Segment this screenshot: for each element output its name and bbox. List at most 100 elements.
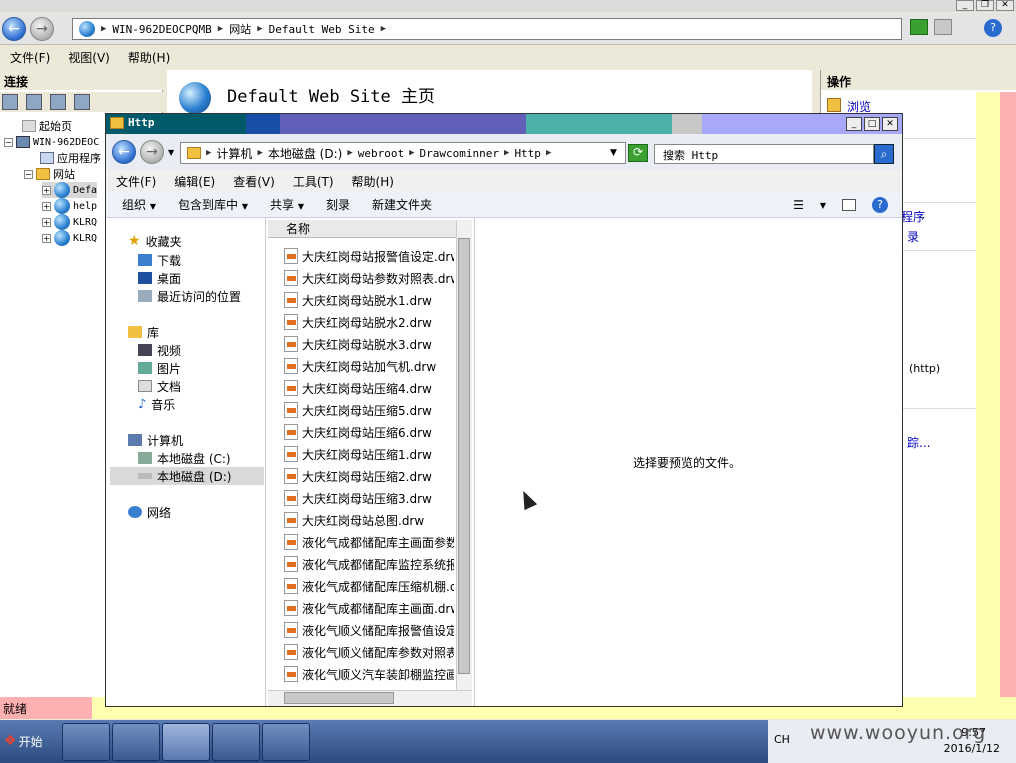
file-row[interactable]: 大庆红岗母站压缩6.drw xyxy=(284,422,454,442)
file-row[interactable]: 大庆红岗母站加气机.drw xyxy=(284,356,454,376)
language-indicator[interactable]: CH xyxy=(774,733,790,746)
explorer-title-bar[interactable] xyxy=(106,114,902,134)
address-segment[interactable]: Http xyxy=(514,147,541,160)
nav-videos[interactable]: 视频 xyxy=(138,341,181,359)
collapse-icon[interactable]: − xyxy=(24,169,33,179)
save-icon[interactable] xyxy=(26,94,42,110)
file-row[interactable]: 大庆红岗母站压缩1.drw xyxy=(284,444,454,464)
taskbar-explorer[interactable] xyxy=(162,723,210,761)
search-icon[interactable]: ⌕ xyxy=(874,144,894,164)
scrollbar-thumb[interactable] xyxy=(458,238,470,674)
new-folder-button[interactable]: 新建文件夹 xyxy=(372,196,432,213)
close-button[interactable]: ✕ xyxy=(996,0,1014,11)
organize-button[interactable]: 组织 ▼ xyxy=(122,196,156,213)
nav-favorites[interactable]: ★ 收藏夹 xyxy=(128,232,182,250)
nav-downloads[interactable]: 下载 xyxy=(138,251,181,269)
up-icon[interactable] xyxy=(50,94,66,110)
maximize-button[interactable]: □ xyxy=(864,117,880,131)
file-row[interactable]: 液化气顺义储配库参数对照表 xyxy=(284,642,454,662)
chevron-down-icon[interactable]: ▼ xyxy=(820,201,826,210)
address-segment[interactable]: WIN-962DEOCPQMB xyxy=(112,23,211,36)
file-row[interactable]: 大庆红岗母站压缩5.drw xyxy=(284,400,454,420)
collapse-icon[interactable]: − xyxy=(4,137,13,147)
file-row[interactable]: 大庆红岗母站参数对照表.drw xyxy=(284,268,454,288)
action-link[interactable]: 程序 xyxy=(901,208,925,225)
help-icon[interactable]: ? xyxy=(872,197,888,213)
back-icon[interactable]: ← xyxy=(2,17,26,41)
tree-item-app-pools[interactable]: 应用程序 xyxy=(40,150,101,166)
nav-desktop[interactable]: 桌面 xyxy=(138,269,181,287)
file-row[interactable]: 大庆红岗母站脱水3.drw xyxy=(284,334,454,354)
nav-network[interactable]: 网络 xyxy=(128,503,171,521)
taskbar-powershell[interactable] xyxy=(112,723,160,761)
nav-drive-d[interactable]: 本地磁盘 (D:) xyxy=(110,467,264,485)
scrollbar-thumb[interactable] xyxy=(284,692,394,704)
connect-icon[interactable] xyxy=(2,94,18,110)
delete-connection-icon[interactable] xyxy=(74,94,90,110)
address-dropdown-icon[interactable]: ▼ xyxy=(610,148,617,158)
menu-help[interactable]: 帮助(H) xyxy=(352,173,394,190)
column-header-name[interactable]: 名称 xyxy=(268,220,456,238)
search-input[interactable]: 搜索 Http xyxy=(654,144,874,164)
preview-pane-icon[interactable] xyxy=(842,199,856,211)
burn-button[interactable]: 刻录 xyxy=(326,196,350,213)
nav-computer[interactable]: 计算机 xyxy=(128,431,183,449)
file-row[interactable]: 大庆红岗母站脱水1.drw xyxy=(284,290,454,310)
tree-item-sites[interactable]: − 网站 xyxy=(24,166,75,182)
menu-view[interactable]: 视图(V) xyxy=(68,49,110,66)
iis-address-input[interactable]: ▶ WIN-962DEOCPQMB ▶ 网站 ▶ Default Web Sit… xyxy=(72,18,902,40)
nav-pictures[interactable]: 图片 xyxy=(138,359,181,377)
include-in-library-button[interactable]: 包含到库中 ▼ xyxy=(178,196,248,213)
file-row[interactable]: 液化气成都储配库主画面.drw xyxy=(284,598,454,618)
menu-edit[interactable]: 编辑(E) xyxy=(174,173,215,190)
back-icon[interactable]: ← xyxy=(112,140,136,164)
taskbar-iis-manager[interactable] xyxy=(262,723,310,761)
forward-icon[interactable]: → xyxy=(140,140,164,164)
address-segment[interactable]: 计算机 xyxy=(216,145,252,162)
help-icon[interactable]: ? xyxy=(984,19,1002,37)
view-options-icon[interactable]: ☰ xyxy=(793,198,804,212)
nav-recent-places[interactable]: 最近访问的位置 xyxy=(138,287,241,305)
taskbar-server-manager[interactable] xyxy=(62,723,110,761)
menu-tools[interactable]: 工具(T) xyxy=(293,173,334,190)
address-segment[interactable]: Drawcominner xyxy=(420,147,499,160)
file-row[interactable]: 大庆红岗母站压缩3.drw xyxy=(284,488,454,508)
tree-item-server[interactable]: − WIN-962DEOC xyxy=(4,134,99,150)
menu-help[interactable]: 帮助(H) xyxy=(128,49,170,66)
restore-button[interactable]: ❐ xyxy=(976,0,994,11)
nav-drive-c[interactable]: 本地磁盘 (C:) xyxy=(138,449,231,467)
nav-music[interactable]: ♪ 音乐 xyxy=(138,395,175,413)
file-row[interactable]: 大庆红岗母站压缩2.drw xyxy=(284,466,454,486)
menu-view[interactable]: 查看(V) xyxy=(233,173,275,190)
file-row[interactable]: 液化气顺义储配库报警值设定 xyxy=(284,620,454,640)
tree-item-start-page[interactable]: 起始页 xyxy=(22,118,72,134)
file-row[interactable]: 液化气成都储配库压缩机棚.d xyxy=(284,576,454,596)
tree-item-site[interactable]: + help xyxy=(42,198,97,214)
close-button[interactable]: ✕ xyxy=(882,117,898,131)
file-row[interactable]: 大庆红岗母站报警值设定.drw xyxy=(284,246,454,266)
minimize-button[interactable]: _ xyxy=(846,117,862,131)
binding-http[interactable]: (http) xyxy=(909,362,940,375)
file-row[interactable]: 液化气成都储配库主画面参数 xyxy=(284,532,454,552)
file-row[interactable]: 液化气顺义汽车装卸棚监控画 xyxy=(284,664,454,684)
tree-item-site[interactable]: + KLRQ xyxy=(42,214,97,230)
address-segment[interactable]: Default Web Site xyxy=(269,23,375,36)
share-button[interactable]: 共享 ▼ xyxy=(270,196,304,213)
file-row[interactable]: 大庆红岗母站压缩4.drw xyxy=(284,378,454,398)
action-trace[interactable]: 踪... xyxy=(907,434,930,451)
address-segment[interactable]: 本地磁盘 (D:) xyxy=(268,145,342,162)
nav-libraries[interactable]: 库 xyxy=(128,323,159,341)
file-row[interactable]: 大庆红岗母站脱水2.drw xyxy=(284,312,454,332)
nav-documents[interactable]: 文档 xyxy=(138,377,181,395)
address-segment[interactable]: webroot xyxy=(358,147,404,160)
expand-icon[interactable]: + xyxy=(42,201,51,211)
stop-icon[interactable] xyxy=(934,19,952,35)
menu-file[interactable]: 文件(F) xyxy=(116,173,156,190)
refresh-icon[interactable] xyxy=(910,19,928,35)
expand-icon[interactable]: + xyxy=(42,217,51,227)
file-row[interactable]: 大庆红岗母站总图.drw xyxy=(284,510,454,530)
forward-icon[interactable]: → xyxy=(30,17,54,41)
explorer-address-input[interactable]: ▶ 计算机 ▶ 本地磁盘 (D:) ▶ webroot ▶ Drawcominn… xyxy=(180,142,626,164)
start-button[interactable]: ❖ 开始 xyxy=(0,726,54,756)
action-link[interactable]: 录 xyxy=(907,228,919,245)
